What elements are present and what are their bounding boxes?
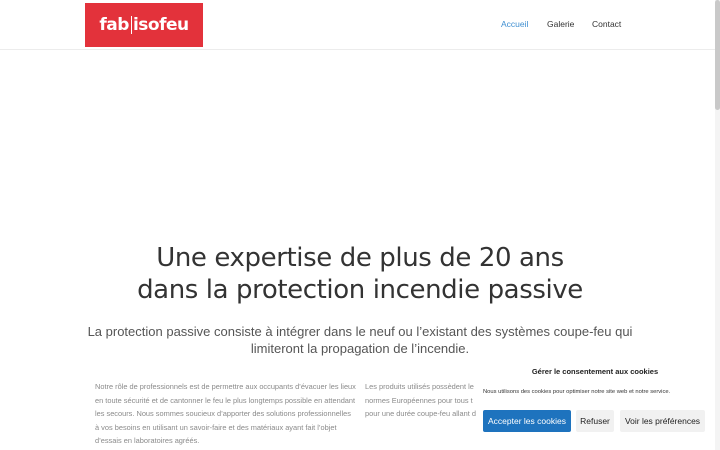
intro-left-line: les secours. Nous sommes soucieux d’appo… (95, 409, 351, 419)
logo[interactable]: fab isofeu (85, 3, 203, 47)
logo-text-left: fab (99, 15, 129, 35)
hero-subtitle-line-1: La protection passive consiste à intégre… (87, 324, 633, 339)
cookie-preferences-button[interactable]: Voir les préférences (620, 410, 705, 432)
intro-right-line: pour une durée coupe-feu allant d (365, 409, 476, 419)
cookie-consent-banner: Gérer le consentement aux cookies Nous u… (477, 358, 713, 450)
hero-subtitle: La protection passive consiste à intégre… (60, 323, 660, 357)
site-header: fab isofeu Accueil Galerie Contact (0, 0, 720, 50)
hero-subtitle-line-2: limiteront la propagation de l’incendie. (250, 341, 470, 356)
cookie-banner-title: Gérer le consentement aux cookies (531, 367, 659, 376)
intro-right-line: normes Européennes pour tous t (365, 395, 473, 405)
hero-title-line-1: Une expertise de plus de 20 ans (156, 243, 564, 273)
logo-separator (130, 16, 132, 34)
nav-item-contact[interactable]: Contact (592, 19, 621, 29)
hero-title-line-2: dans la protection incendie passive (137, 275, 583, 305)
intro-left-line: en toute sécurité et de cantonner le feu… (95, 395, 356, 405)
scrollbar-thumb[interactable] (715, 0, 720, 110)
cookie-banner-text: Nous utilisons des cookies pour optimise… (483, 389, 671, 395)
logo-text-right: isofeu (132, 15, 189, 35)
accept-cookies-button[interactable]: Accepter les cookies (483, 410, 571, 432)
page-scrollbar[interactable] (715, 0, 720, 450)
intro-left-line: Notre rôle de professionnels est de perm… (95, 382, 356, 391)
hero-title: Une expertise de plus de 20 ans dans la … (0, 242, 720, 306)
intro-left-line: à vos besoins en utilisant un savoir-fai… (95, 422, 337, 432)
intro-column-left: Notre rôle de professionnels est de perm… (95, 380, 365, 448)
intro-left-line: d’essais en laboratoires agréés. (95, 436, 200, 446)
refuse-cookies-button[interactable]: Refuser (576, 410, 614, 432)
nav-item-galerie[interactable]: Galerie (547, 19, 574, 29)
intro-column-right: Les produits utilisés possèdent le norme… (365, 380, 477, 421)
intro-right-line: Les produits utilisés possèdent le (365, 382, 474, 391)
nav-item-accueil[interactable]: Accueil (501, 19, 528, 29)
